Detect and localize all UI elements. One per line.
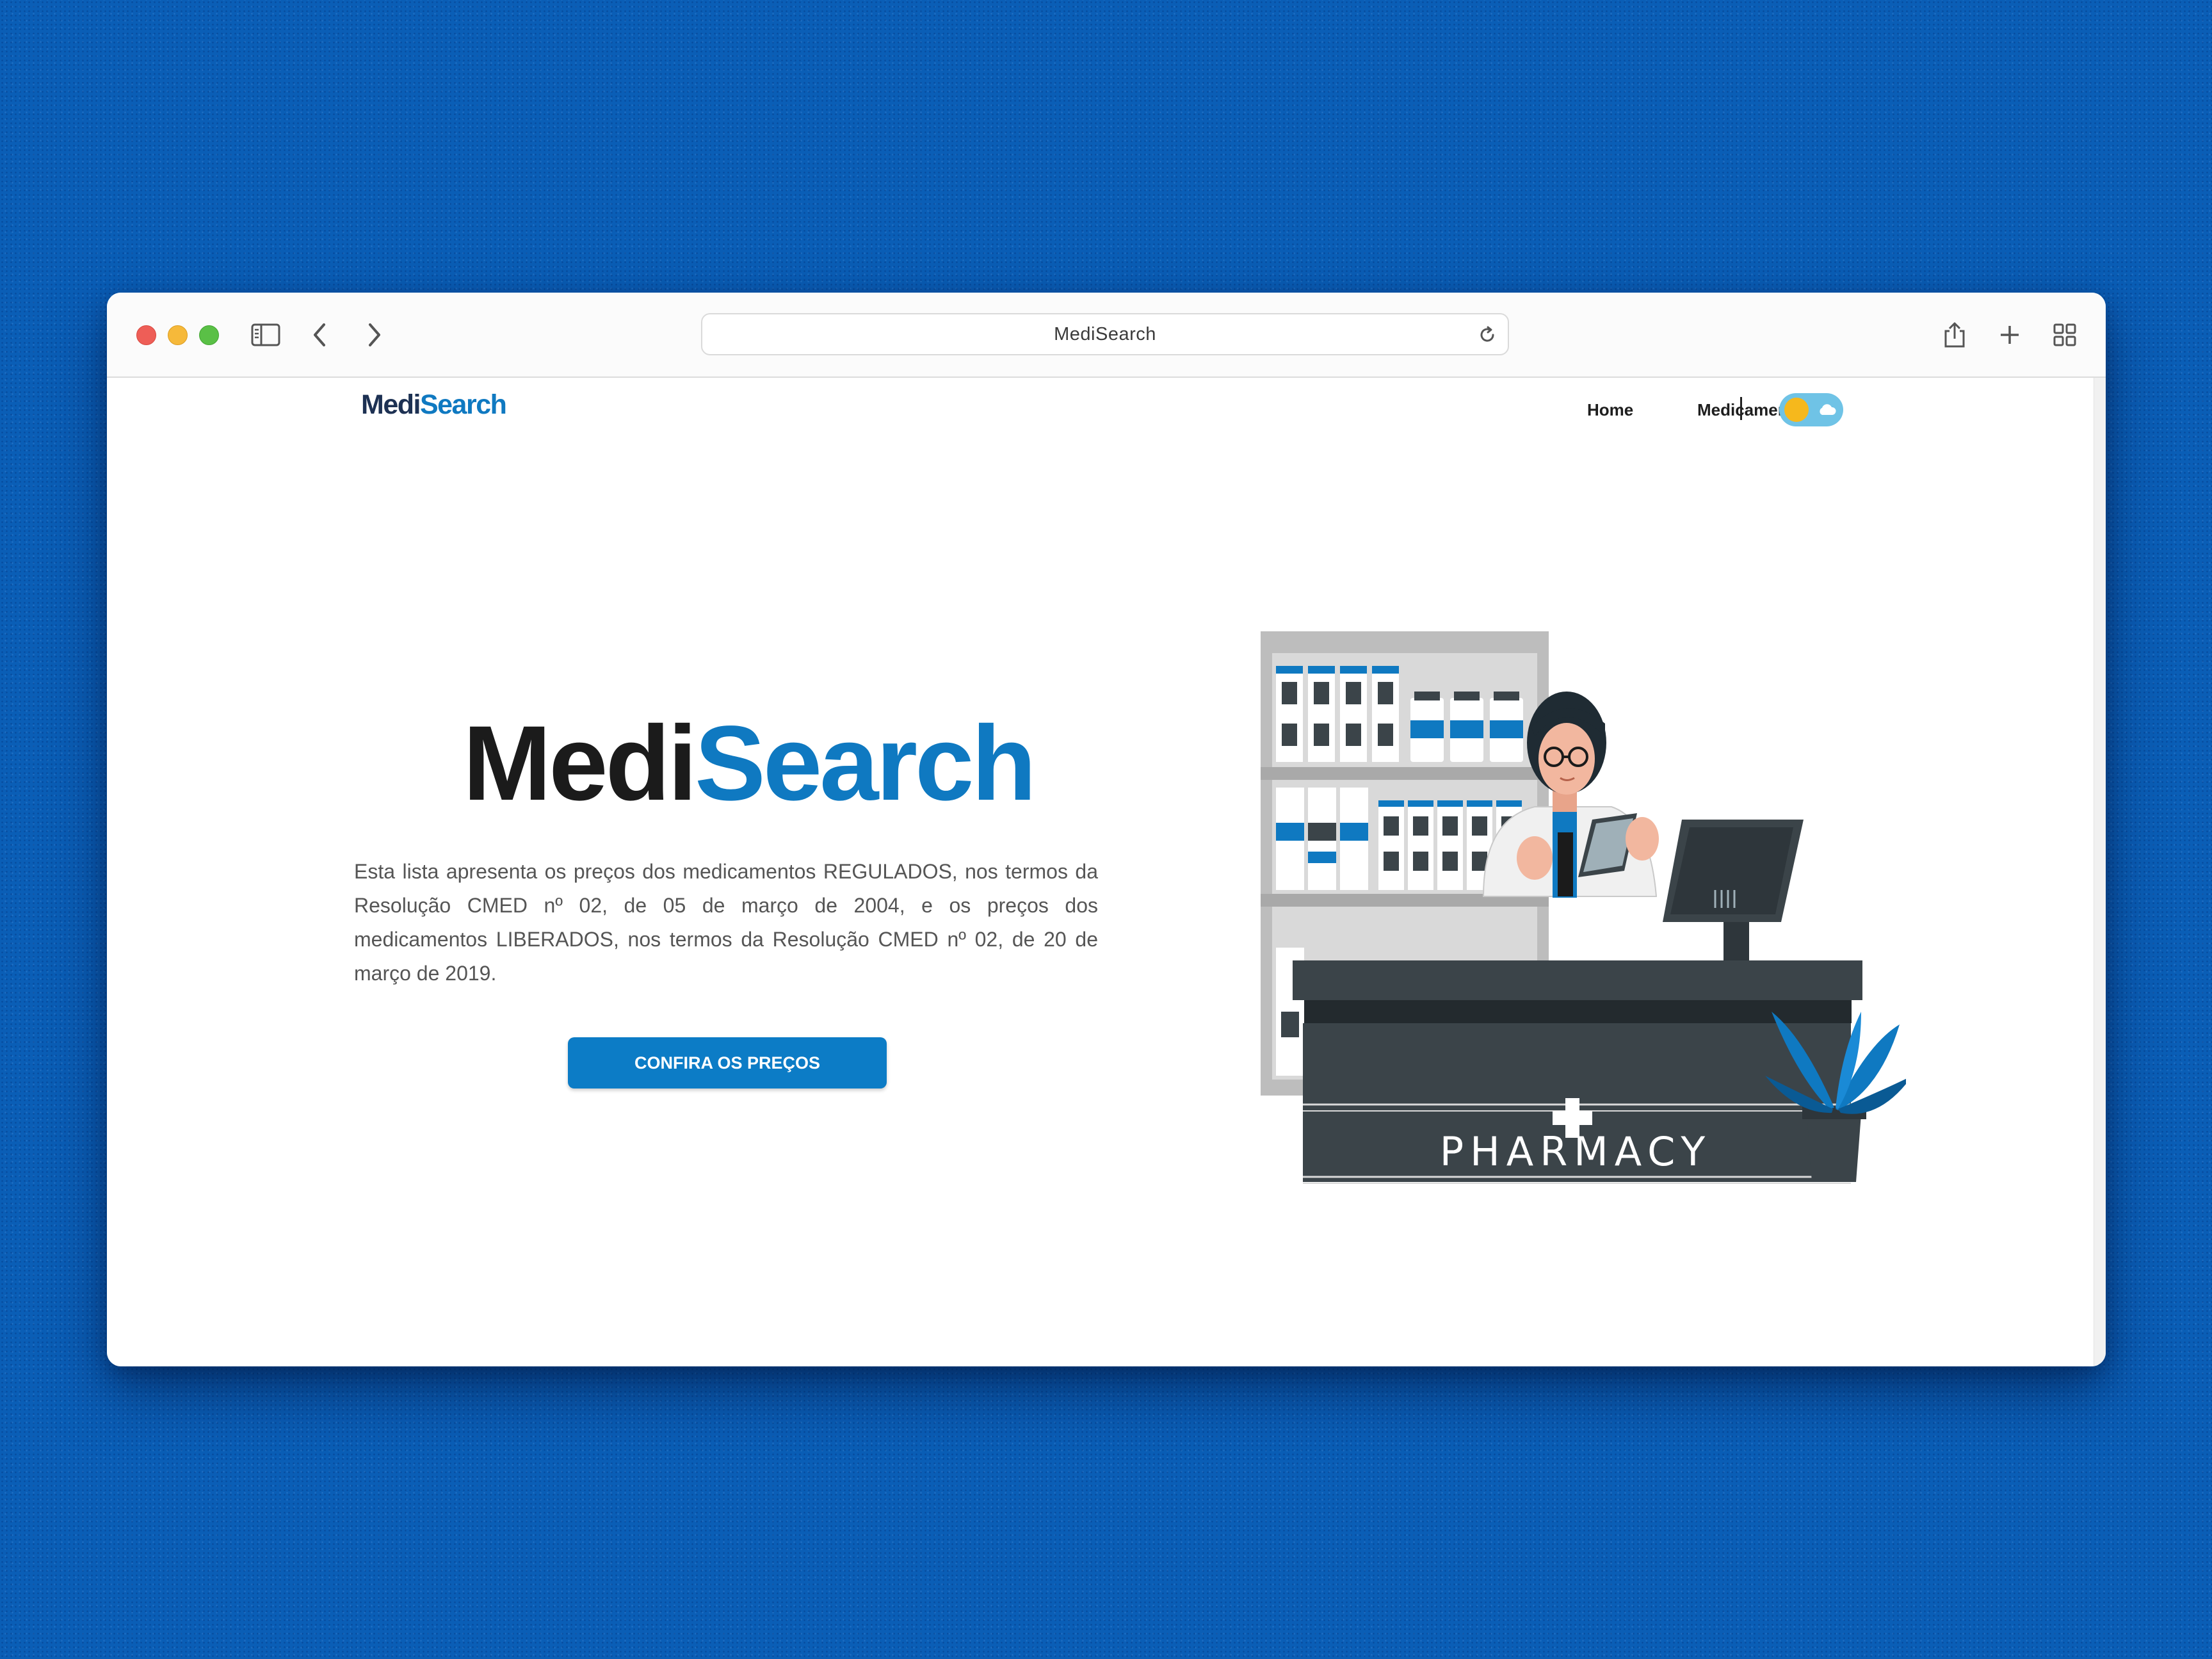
close-window-button[interactable] (136, 325, 156, 345)
sun-icon (1784, 398, 1809, 422)
pharmacy-illustration: PHARMACY (1261, 631, 1906, 1184)
logo-text-medi: Medi (361, 389, 421, 420)
logo-text-search: Search (419, 389, 507, 420)
browser-toolbar: MediSearch (107, 293, 2106, 378)
cloud-icon (1820, 404, 1836, 415)
share-icon[interactable] (1938, 318, 1971, 352)
page-scrollbar[interactable] (2094, 378, 2106, 1366)
counter-sign-text: PHARMACY (1440, 1128, 1711, 1175)
browser-window: MediSearch MediSearch Home Medicamentos … (107, 293, 2106, 1366)
web-page: MediSearch Home Medicamentos MediSearch … (107, 378, 2106, 1366)
theme-toggle[interactable] (1779, 393, 1843, 426)
hero-title-medi: Medi (463, 704, 697, 823)
nav-separator (1740, 397, 1742, 420)
back-icon[interactable] (303, 318, 336, 352)
hero-title: MediSearch (463, 711, 1037, 817)
check-prices-button[interactable]: CONFIRA OS PREÇOS (568, 1037, 887, 1088)
hero-title-search: Search (695, 704, 1037, 823)
desktop-background: { "browser": { "address_text": "MediSear… (0, 0, 2212, 1659)
address-bar[interactable]: MediSearch (701, 313, 1509, 355)
pharmacy-counter: PHARMACY (1293, 960, 1862, 1184)
nav-link-home[interactable]: Home (1587, 400, 1633, 420)
site-logo[interactable]: MediSearch (361, 389, 507, 421)
computer-monitor (1663, 820, 1804, 979)
hero-description: Esta lista apresenta os preços dos medic… (354, 860, 1098, 985)
tab-overview-icon[interactable] (2048, 318, 2081, 352)
address-text: MediSearch (1054, 324, 1156, 344)
minimize-window-button[interactable] (168, 325, 188, 345)
reload-icon[interactable] (1476, 323, 1499, 346)
zoom-window-button[interactable] (199, 325, 219, 345)
new-tab-icon[interactable] (1993, 318, 2026, 352)
sidebar-icon[interactable] (249, 318, 282, 352)
forward-icon[interactable] (358, 318, 391, 352)
